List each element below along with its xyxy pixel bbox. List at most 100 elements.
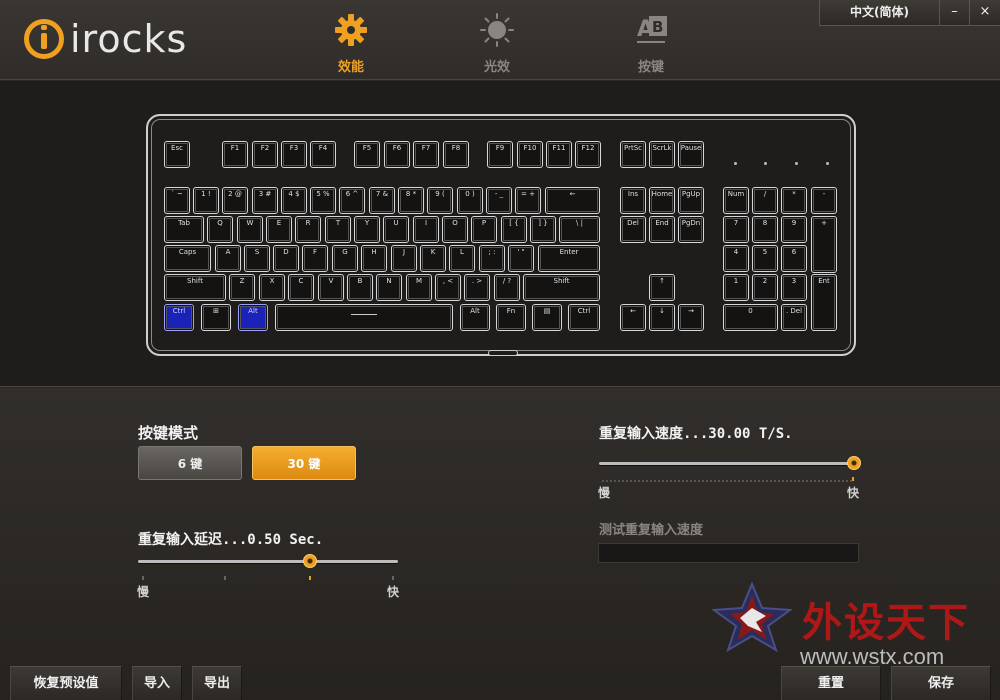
key-g[interactable]: G [332, 245, 358, 272]
key-minus[interactable]: - _ [486, 187, 512, 214]
key-s[interactable]: S [244, 245, 270, 272]
key-n4[interactable]: 4 $ [281, 187, 307, 214]
key-b[interactable]: B [347, 274, 373, 301]
key-n9[interactable]: 9 ( [427, 187, 453, 214]
language-select[interactable]: 中文(简体) [820, 0, 940, 26]
key-z[interactable]: Z [229, 274, 255, 301]
key-kp3[interactable]: 3 [781, 274, 807, 301]
tab-lighting[interactable]: 光效 [457, 8, 537, 76]
key-f7[interactable]: F7 [413, 141, 439, 168]
repeat-rate-knob[interactable] [847, 456, 861, 470]
key-esc[interactable]: Esc [164, 141, 190, 168]
key-c[interactable]: C [288, 274, 314, 301]
minimize-button[interactable]: – [940, 0, 970, 26]
key-grave[interactable]: ` ~ [164, 187, 190, 214]
key-kp9[interactable]: 9 [781, 216, 807, 243]
key-l[interactable]: L [449, 245, 475, 272]
key-kp1[interactable]: 1 [723, 274, 749, 301]
key-home[interactable]: Home [649, 187, 675, 214]
key-lshift[interactable]: Shift [164, 274, 226, 301]
key-f5[interactable]: F5 [354, 141, 380, 168]
key-kp2[interactable]: 2 [752, 274, 778, 301]
key-equal[interactable]: = + [515, 187, 541, 214]
key-f2[interactable]: F2 [252, 141, 278, 168]
key-fn[interactable]: Fn [496, 304, 526, 331]
key-win[interactable]: ⊞ [201, 304, 231, 331]
key-f9[interactable]: F9 [487, 141, 513, 168]
key-rbr[interactable]: ] } [530, 216, 556, 243]
key-right[interactable]: → [678, 304, 704, 331]
key-kp8[interactable]: 8 [752, 216, 778, 243]
key-n1[interactable]: 1 ! [193, 187, 219, 214]
key-n5[interactable]: 5 % [310, 187, 336, 214]
close-button[interactable]: × [970, 0, 1000, 26]
key-j[interactable]: J [391, 245, 417, 272]
key-lbr[interactable]: [ { [501, 216, 527, 243]
save-button[interactable]: 保存 [891, 666, 991, 700]
key-d[interactable]: D [273, 245, 299, 272]
key-numlock[interactable]: Num [723, 187, 749, 214]
key-semi[interactable]: ; : [479, 245, 505, 272]
key-left[interactable]: ← [620, 304, 646, 331]
key-k[interactable]: K [420, 245, 446, 272]
key-quote[interactable]: ' " [508, 245, 534, 272]
key-a[interactable]: A [215, 245, 241, 272]
restore-defaults-button[interactable]: 恢复预设值 [10, 666, 122, 700]
key-space[interactable] [275, 304, 453, 331]
key-n2[interactable]: 2 @ [222, 187, 248, 214]
key-m[interactable]: M [406, 274, 432, 301]
key-f3[interactable]: F3 [281, 141, 307, 168]
key-ins[interactable]: Ins [620, 187, 646, 214]
key-kp4[interactable]: 4 [723, 245, 749, 272]
key-up[interactable]: ↑ [649, 274, 675, 301]
key-f6[interactable]: F6 [384, 141, 410, 168]
key-f12[interactable]: F12 [575, 141, 601, 168]
key-caps[interactable]: Caps [164, 245, 211, 272]
key-rctrl[interactable]: Ctrl [568, 304, 600, 331]
key-del[interactable]: Del [620, 216, 646, 243]
key-i[interactable]: I [413, 216, 439, 243]
key-f8[interactable]: F8 [443, 141, 469, 168]
key-n[interactable]: N [376, 274, 402, 301]
tab-keys[interactable]: A B 按键 [611, 8, 691, 76]
key-lctrl[interactable]: Ctrl [164, 304, 194, 331]
key-p[interactable]: P [471, 216, 497, 243]
key-f4[interactable]: F4 [310, 141, 336, 168]
key-x[interactable]: X [259, 274, 285, 301]
key-n0[interactable]: 0 ) [457, 187, 483, 214]
key-period[interactable]: . > [464, 274, 490, 301]
key-e[interactable]: E [266, 216, 292, 243]
key-comma[interactable]: , < [435, 274, 461, 301]
key-mode-30-button[interactable]: 30 键 [252, 446, 356, 480]
key-scrlk[interactable]: ScrLk [649, 141, 675, 168]
key-w[interactable]: W [237, 216, 263, 243]
key-kpdot[interactable]: . Del [781, 304, 807, 331]
key-o[interactable]: O [442, 216, 468, 243]
key-down[interactable]: ↓ [649, 304, 675, 331]
key-ralt[interactable]: Alt [460, 304, 490, 331]
key-f1[interactable]: F1 [222, 141, 248, 168]
key-f[interactable]: F [302, 245, 328, 272]
key-pause[interactable]: Pause [678, 141, 704, 168]
key-end[interactable]: End [649, 216, 675, 243]
key-prtsc[interactable]: PrtSc [620, 141, 646, 168]
key-n8[interactable]: 8 * [398, 187, 424, 214]
key-tab[interactable]: Tab [164, 216, 204, 243]
key-backspace[interactable]: ← [545, 187, 600, 214]
key-q[interactable]: Q [207, 216, 233, 243]
key-bslash[interactable]: \ | [559, 216, 600, 243]
export-button[interactable]: 导出 [192, 666, 242, 700]
repeat-delay-knob[interactable] [303, 554, 317, 568]
key-kpsub[interactable]: - [811, 187, 837, 214]
key-pgup[interactable]: PgUp [678, 187, 704, 214]
key-f11[interactable]: F11 [546, 141, 572, 168]
key-h[interactable]: H [361, 245, 387, 272]
test-rate-input[interactable] [598, 543, 859, 563]
repeat-rate-slider[interactable] [599, 462, 859, 465]
reset-button[interactable]: 重置 [781, 666, 881, 700]
key-t[interactable]: T [325, 216, 351, 243]
key-n7[interactable]: 7 & [369, 187, 395, 214]
key-enter[interactable]: Enter [538, 245, 600, 272]
key-kpenter[interactable]: Ent [811, 274, 837, 331]
key-lalt[interactable]: Alt [238, 304, 268, 331]
